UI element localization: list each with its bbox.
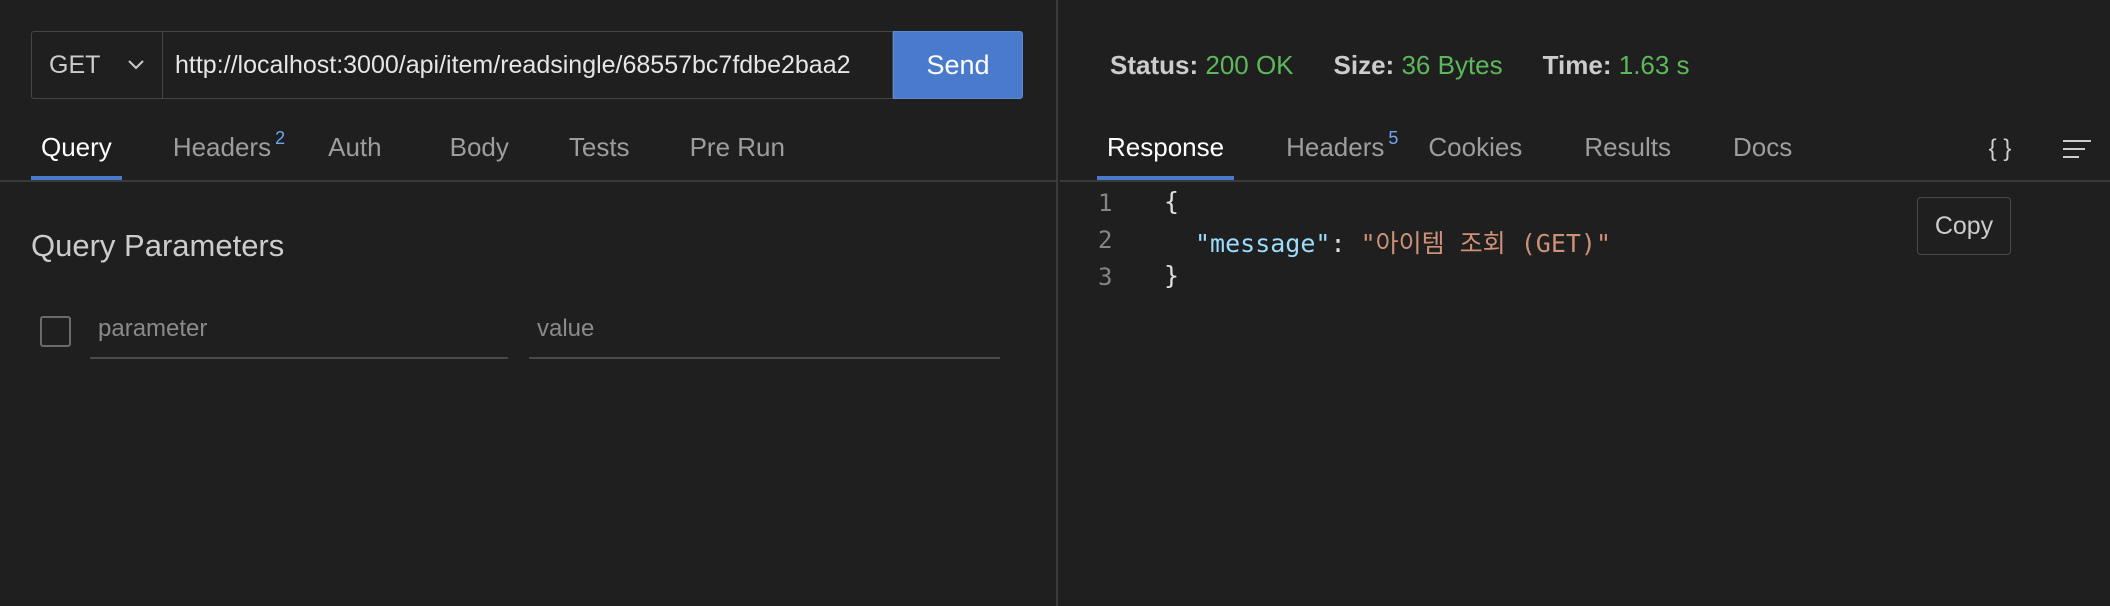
lines-icon[interactable]	[2057, 132, 2097, 166]
tab-docs[interactable]: Docs	[1733, 126, 1792, 180]
time-value: 1.63 s	[1618, 50, 1690, 80]
json-entry: "message": "아이템 조회 (GET)"	[1195, 224, 1611, 260]
query-parameters-title: Query Parameters	[31, 228, 285, 263]
response-status-bar: Status: 200 OK Size: 36 Bytes Time: 1.63…	[1110, 50, 1730, 81]
response-headers-count-badge: 5	[1388, 128, 1399, 148]
tab-cookies[interactable]: Cookies	[1428, 126, 1522, 180]
code-line: 3 }	[1058, 257, 2110, 294]
tab-response[interactable]: Response	[1096, 126, 1235, 180]
menu-lines-icon	[2063, 140, 2091, 158]
response-tabs-divider	[1060, 180, 2110, 182]
send-button[interactable]: Send	[893, 31, 1023, 99]
tabs-divider	[0, 180, 1056, 182]
tab-headers[interactable]: Headers 2	[173, 126, 285, 180]
param-checkbox[interactable]	[40, 316, 71, 347]
tab-auth[interactable]: Auth	[328, 126, 382, 180]
chevron-down-icon	[128, 60, 144, 70]
braces-icon[interactable]: { }	[1980, 132, 2020, 166]
response-pane: Status: 200 OK Size: 36 Bytes Time: 1.63…	[1058, 0, 2110, 606]
tab-query[interactable]: Query	[31, 126, 122, 180]
line-number: 1	[1098, 189, 1113, 217]
tab-body[interactable]: Body	[450, 126, 509, 180]
tab-results[interactable]: Results	[1584, 126, 1671, 180]
line-number: 2	[1098, 226, 1113, 254]
json-key: "message"	[1195, 229, 1331, 258]
parameter-input[interactable]: parameter	[90, 305, 508, 359]
value-input[interactable]: value	[529, 305, 1000, 359]
json-close-brace: }	[1164, 261, 1180, 290]
status-value: 200 OK	[1205, 50, 1294, 80]
copy-button[interactable]: Copy	[1917, 197, 2011, 255]
request-bar: GET http://localhost:3000/api/item/reads…	[31, 31, 1023, 99]
request-tabs: Query Headers 2 Auth Body Tests Pre Run	[31, 126, 785, 180]
tab-pre-run[interactable]: Pre Run	[690, 126, 785, 180]
url-input[interactable]: http://localhost:3000/api/item/readsingl…	[162, 31, 893, 99]
size-value: 36 Bytes	[1401, 50, 1503, 80]
status-item: Status: 200 OK	[1110, 50, 1294, 80]
json-value: "아이템 조회 (GET)"	[1360, 229, 1612, 258]
response-tabs: Response Headers 5 Cookies Results Docs	[1096, 126, 1792, 180]
method-select[interactable]: GET	[31, 31, 162, 99]
json-separator: :	[1330, 229, 1361, 258]
line-number: 3	[1098, 263, 1113, 291]
tab-response-headers[interactable]: Headers 5	[1286, 126, 1398, 180]
headers-count-badge: 2	[275, 128, 286, 148]
json-open-brace: {	[1164, 187, 1180, 216]
request-pane: GET http://localhost:3000/api/item/reads…	[0, 0, 1056, 606]
size-item: Size: 36 Bytes	[1333, 50, 1503, 80]
method-label: GET	[49, 50, 101, 79]
time-item: Time: 1.63 s	[1542, 50, 1690, 80]
tab-tests[interactable]: Tests	[569, 126, 630, 180]
